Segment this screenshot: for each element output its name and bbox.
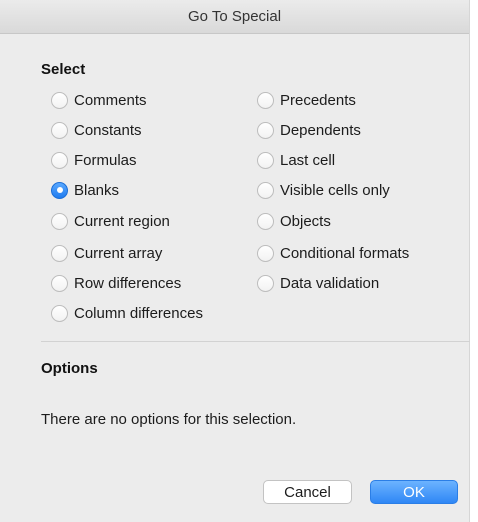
radio-button[interactable] [51,244,68,262]
radio-label: Current region [74,212,170,230]
radio-comments[interactable]: Comments [51,89,147,111]
radio-last-cell[interactable]: Last cell [257,149,335,171]
cancel-button[interactable]: Cancel [263,480,352,504]
radio-button[interactable] [51,304,68,322]
radio-button[interactable] [51,121,68,139]
radio-label: Dependents [280,121,361,139]
radio-formulas[interactable]: Formulas [51,149,137,171]
section-divider [41,341,470,342]
radio-label: Last cell [280,151,336,169]
radio-label: Visible cells only [280,181,390,199]
radio-label: Precedents [280,91,356,109]
radio-column-differences[interactable]: Column differences [51,302,203,324]
radio-button[interactable] [257,212,274,230]
radio-label: Comments [74,91,147,109]
radio-button[interactable] [257,151,274,169]
radio-button[interactable] [51,212,68,230]
radio-label: Column differences [74,304,203,322]
radio-button[interactable] [257,274,274,292]
window-title: Go To Special [187,8,282,25]
radio-current-array[interactable]: Current array [51,242,162,264]
radio-blanks[interactable]: Blanks [51,179,119,201]
radio-label: Objects [280,212,331,230]
radio-button[interactable] [51,274,68,292]
radio-current-region[interactable]: Current region [51,210,170,232]
radio-dot [56,187,63,193]
radio-label: Current array [74,244,163,262]
radio-label: Data validation [280,274,380,292]
radio-label: Conditional formats [280,244,410,262]
options-message: There are no options for this selection. [41,411,297,428]
go-to-special-dialog: Go To Special Select Comments Constants … [0,0,470,522]
radio-button-selected[interactable] [51,181,68,199]
radio-label: Constants [74,121,142,139]
select-section-title: Select [41,61,86,78]
radio-precedents[interactable]: Precedents [257,89,356,111]
radio-label: Row differences [74,274,182,292]
radio-label: Formulas [74,151,137,169]
radio-label: Blanks [74,181,120,199]
radio-button[interactable] [51,151,68,169]
radio-dependents[interactable]: Dependents [257,119,361,141]
radio-button[interactable] [257,244,274,262]
ok-button[interactable]: OK [370,480,458,504]
radio-row-differences[interactable]: Row differences [51,272,181,294]
radio-button[interactable] [51,91,68,109]
radio-button[interactable] [257,121,274,139]
radio-objects[interactable]: Objects [257,210,331,232]
options-section-title: Options [41,360,98,377]
radio-visible-cells-only[interactable]: Visible cells only [257,179,390,201]
radio-button[interactable] [257,91,274,109]
radio-constants[interactable]: Constants [51,119,142,141]
radio-button[interactable] [257,181,274,199]
radio-conditional-formats[interactable]: Conditional formats [257,242,409,264]
radio-data-validation[interactable]: Data validation [257,272,379,294]
title-bar[interactable]: Go To Special [0,0,469,34]
